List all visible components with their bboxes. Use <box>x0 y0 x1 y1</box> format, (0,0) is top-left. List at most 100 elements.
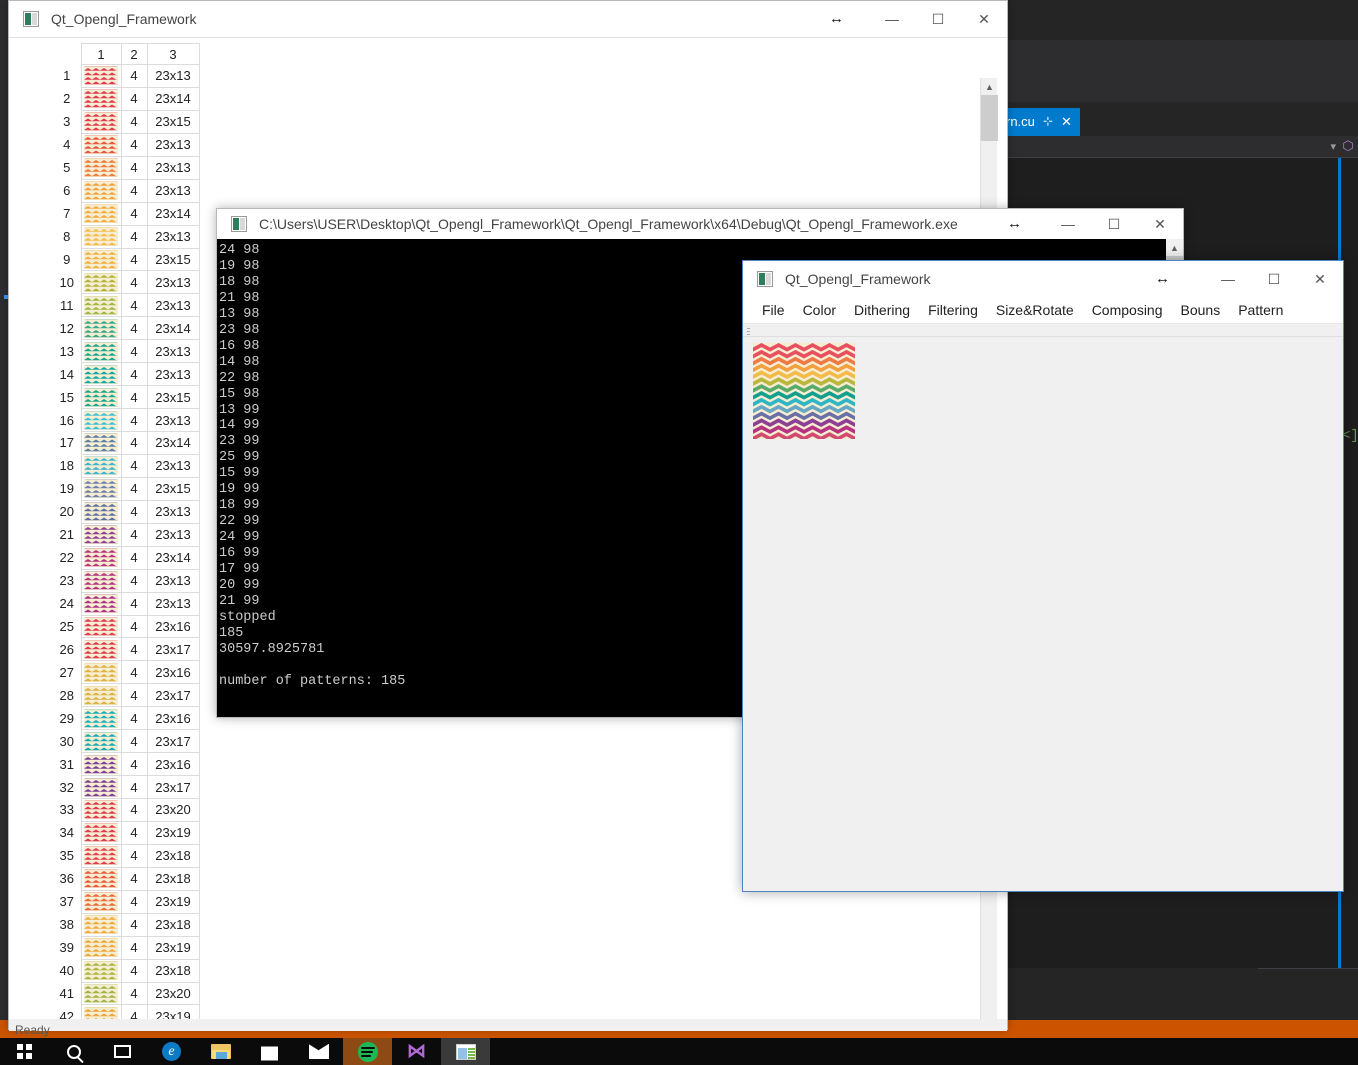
explorer-button[interactable] <box>196 1038 245 1065</box>
store-button[interactable] <box>245 1038 294 1065</box>
qt-tool-strip[interactable] <box>743 323 1343 337</box>
pattern-swatch-cell[interactable] <box>80 270 122 295</box>
pattern-swatch-cell[interactable] <box>80 201 122 226</box>
qt-app-button[interactable] <box>441 1038 490 1065</box>
pattern-swatch-cell[interactable] <box>80 453 122 478</box>
pattern-swatch-cell[interactable] <box>80 545 122 570</box>
table-row[interactable]: 10 4 23x13 <box>53 270 200 295</box>
pattern-swatch-cell[interactable] <box>80 178 122 203</box>
chevron-down-icon[interactable]: ▾ <box>1330 140 1336 153</box>
table-row[interactable]: 18 4 23x13 <box>53 453 200 478</box>
close-icon[interactable]: ✕ <box>1061 114 1072 130</box>
qt-menu-composing[interactable]: Composing <box>1083 299 1172 321</box>
maximize-button[interactable]: ☐ <box>1251 261 1297 297</box>
table-row[interactable]: 22 4 23x14 <box>53 545 200 570</box>
pattern-swatch-cell[interactable] <box>80 431 122 455</box>
table-row[interactable]: 9 4 23x15 <box>53 247 200 272</box>
column-header-3[interactable]: 3 <box>146 43 200 65</box>
table-row[interactable]: 6 4 23x13 <box>53 178 200 203</box>
qt-render-canvas[interactable] <box>743 337 1343 891</box>
table-row[interactable]: 26 4 23x17 <box>53 637 200 662</box>
pattern-swatch-cell[interactable] <box>80 866 122 891</box>
pattern-swatch-cell[interactable] <box>80 293 122 318</box>
qt-menu-bouns[interactable]: Bouns <box>1172 299 1230 321</box>
minimize-button[interactable]: — <box>1205 261 1251 297</box>
table-row[interactable]: 11 4 23x13 <box>53 293 200 318</box>
pattern-swatch-cell[interactable] <box>80 683 122 708</box>
pattern-swatch-cell[interactable] <box>80 109 122 134</box>
table-row[interactable]: 30 4 23x17 <box>53 729 200 754</box>
task-view-button[interactable] <box>98 1038 147 1065</box>
pin-icon[interactable]: ⊹ <box>1043 114 1053 128</box>
maximize-button[interactable]: ☐ <box>1091 209 1137 239</box>
table-row[interactable]: 13 4 23x13 <box>53 339 200 364</box>
qt-app-window[interactable]: Qt_Opengl_Framework ↔ — ☐ ✕ File Color Dit… <box>742 260 1344 892</box>
maximize-button[interactable]: ☐ <box>915 1 961 37</box>
pattern-swatch-cell[interactable] <box>80 889 122 914</box>
pattern-swatch-cell[interactable] <box>80 362 122 387</box>
pattern-swatch-cell[interactable] <box>80 935 122 960</box>
pattern-swatch-cell[interactable] <box>80 316 122 341</box>
close-button[interactable]: ✕ <box>1137 209 1183 239</box>
pattern-swatch-cell[interactable] <box>80 568 122 593</box>
minimize-button[interactable]: — <box>869 1 915 37</box>
close-button[interactable]: ✕ <box>1297 261 1343 297</box>
pattern-swatch-cell[interactable] <box>80 637 122 662</box>
toolbar-grip-icon[interactable] <box>747 328 750 335</box>
table-row[interactable]: 12 4 23x14 <box>53 316 200 341</box>
pattern-swatch-cell[interactable] <box>80 499 122 524</box>
scroll-up-icon[interactable]: ▲ <box>1166 239 1183 256</box>
qt-menu-pattern[interactable]: Pattern <box>1229 299 1292 321</box>
scroll-up-icon[interactable]: ▲ <box>981 78 998 95</box>
table-window-title-bar[interactable]: Qt_Opengl_Framework ↔ — ☐ ✕ <box>9 1 1007 37</box>
pattern-swatch-cell[interactable] <box>80 843 122 868</box>
table-row[interactable]: 1 4 23x13 <box>53 64 200 88</box>
table-row[interactable]: 23 4 23x13 <box>53 568 200 593</box>
table-row[interactable]: 38 4 23x18 <box>53 912 200 937</box>
table-row[interactable]: 39 4 23x19 <box>53 935 200 960</box>
pattern-swatch-cell[interactable] <box>80 132 122 157</box>
table-row[interactable]: 7 4 23x14 <box>53 201 200 226</box>
pattern-swatch-cell[interactable] <box>80 64 122 88</box>
pattern-swatch-cell[interactable] <box>80 706 122 731</box>
pattern-swatch-cell[interactable] <box>80 408 122 432</box>
pattern-swatch-cell[interactable] <box>80 86 122 111</box>
vscode-button[interactable]: ⋈ <box>392 1038 441 1065</box>
pattern-swatch-cell[interactable] <box>80 912 122 937</box>
spotify-button[interactable] <box>343 1038 392 1065</box>
table-row[interactable]: 34 4 23x19 <box>53 820 200 845</box>
qt-menu-filtering[interactable]: Filtering <box>919 299 987 321</box>
search-button[interactable] <box>49 1038 98 1065</box>
qt-menu-size-rotate[interactable]: Size&Rotate <box>987 299 1083 321</box>
pattern-swatch-cell[interactable] <box>80 798 122 822</box>
table-row[interactable]: 31 4 23x16 <box>53 752 200 777</box>
table-row[interactable]: 5 4 23x13 <box>53 155 200 180</box>
console-window-title-bar[interactable]: C:\Users\USER\Desktop\Qt_Opengl_Framewor… <box>217 209 1183 239</box>
pattern-swatch-cell[interactable] <box>80 522 122 547</box>
pattern-swatch-cell[interactable] <box>80 247 122 272</box>
pattern-swatch-cell[interactable] <box>80 729 122 754</box>
table-row[interactable]: 8 4 23x13 <box>53 224 200 249</box>
table-row[interactable]: 25 4 23x16 <box>53 614 200 639</box>
table-row[interactable]: 2 4 23x14 <box>53 86 200 111</box>
qt-menu-file[interactable]: File <box>753 299 794 321</box>
pattern-swatch-cell[interactable] <box>80 981 122 1006</box>
qt-menu-color[interactable]: Color <box>794 299 845 321</box>
table-row[interactable]: 16 4 23x13 <box>53 408 200 432</box>
table-row[interactable]: 29 4 23x16 <box>53 706 200 731</box>
pattern-swatch-cell[interactable] <box>80 476 122 501</box>
pattern-swatch-cell[interactable] <box>80 660 122 685</box>
table-row[interactable]: 24 4 23x13 <box>53 591 200 616</box>
table-row[interactable]: 15 4 23x15 <box>53 385 200 410</box>
pattern-swatch-cell[interactable] <box>80 224 122 249</box>
column-header-2[interactable]: 2 <box>120 43 148 65</box>
table-row[interactable]: 41 4 23x20 <box>53 981 200 1006</box>
close-button[interactable]: ✕ <box>961 1 1007 37</box>
table-row[interactable]: 35 4 23x18 <box>53 843 200 868</box>
table-row[interactable]: 20 4 23x13 <box>53 499 200 524</box>
pattern-swatch-cell[interactable] <box>80 591 122 616</box>
pattern-swatch-cell[interactable] <box>80 958 122 983</box>
table-row[interactable]: 21 4 23x13 <box>53 522 200 547</box>
table-row[interactable]: 14 4 23x13 <box>53 362 200 387</box>
vs-tab-active[interactable]: rn.cu ⊹ ✕ <box>1000 108 1080 136</box>
